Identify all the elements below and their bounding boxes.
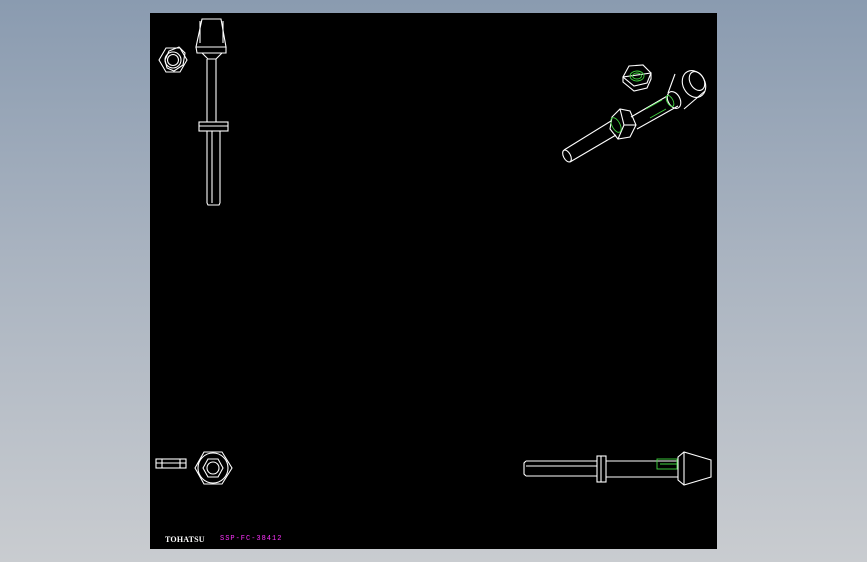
tapered-pin-horizontal <box>523 451 712 486</box>
hex-nut-front-view-top <box>158 46 188 73</box>
cad-drawing <box>155 18 712 486</box>
part-code-label: SSP-FC-38412 <box>220 535 283 543</box>
cad-viewport[interactable]: TOHATSU SSP-FC-38412 <box>150 13 717 549</box>
brand-label: TOHATSU <box>165 535 205 544</box>
isometric-pin-assembly <box>562 64 707 163</box>
hex-nut-front-view-bottom <box>194 451 233 485</box>
collar-side-view <box>155 458 187 469</box>
tapered-pin-vertical <box>195 18 229 206</box>
